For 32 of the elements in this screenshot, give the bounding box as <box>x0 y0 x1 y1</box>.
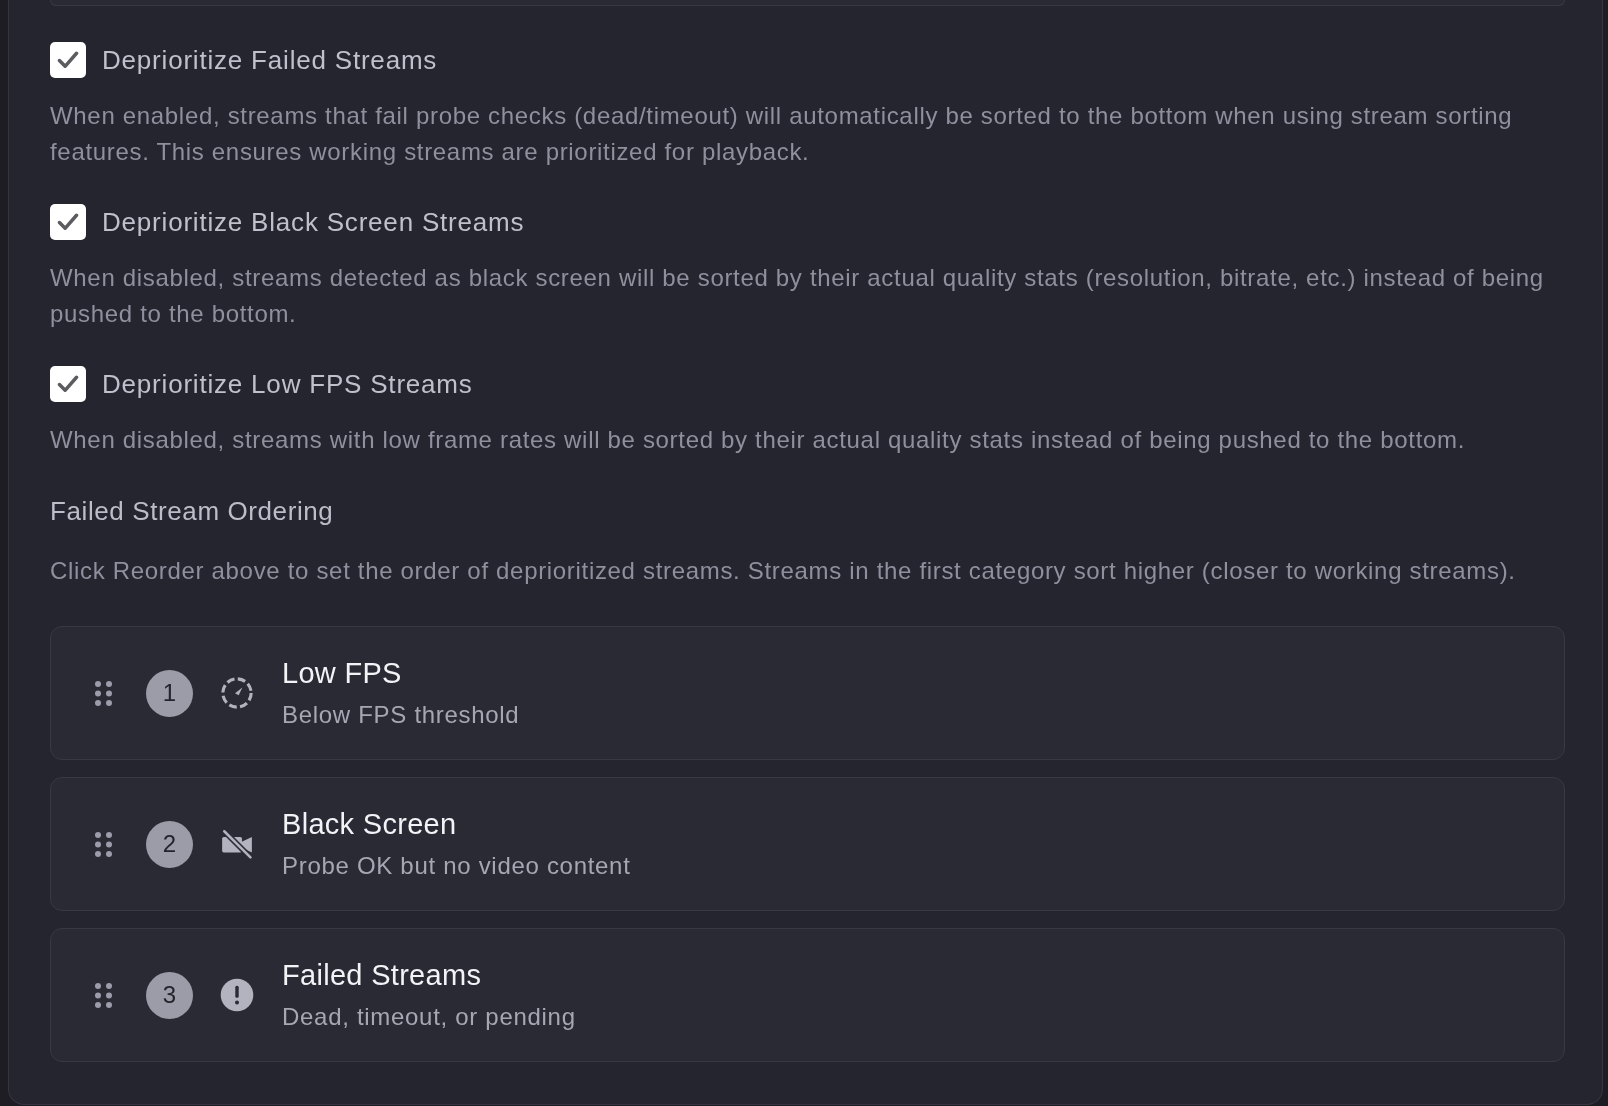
category-card[interactable]: 1 Low FPS Below FPS threshold <box>50 626 1565 760</box>
checkbox[interactable] <box>50 204 86 240</box>
drag-handle-icon[interactable] <box>95 680 112 706</box>
option-description: When disabled, streams with low frame rates will be sorted by their actual quality stats instead of being pushed to the bottom. <box>50 425 1467 455</box>
checkbox-label[interactable]: Deprioritize Black Screen Streams <box>102 204 525 240</box>
category-card[interactable]: 2 Black Screen Probe OK but no video content <box>50 777 1565 911</box>
video-off-icon <box>220 827 254 861</box>
section-heading: Failed Stream Ordering <box>50 495 335 528</box>
checkmark-icon <box>57 213 79 231</box>
category-title: Black Screen <box>282 807 458 842</box>
checkmark-icon <box>57 51 79 69</box>
category-subtitle: Probe OK but no video content <box>282 851 631 881</box>
checkbox-label[interactable]: Deprioritize Low FPS Streams <box>102 366 473 402</box>
option-description: When enabled, streams that fail probe checks (dead/timeout) will automatically be sorted to the bottom when using stream sorting features. This ensures working streams are prioritized for playback. <box>50 101 1514 167</box>
checkmark-icon <box>57 375 79 393</box>
drag-handle-icon[interactable] <box>95 982 112 1008</box>
order-number-badge: 3 <box>146 971 193 1019</box>
category-subtitle: Dead, timeout, or pending <box>282 1002 576 1032</box>
checkbox-label[interactable]: Deprioritize Failed Streams <box>102 42 438 78</box>
checkbox[interactable] <box>50 42 86 78</box>
category-subtitle: Below FPS threshold <box>282 700 520 730</box>
order-number-badge: 1 <box>146 669 193 717</box>
section-description: Click Reorder above to set the order of deprioritized streams. Streams in the first category sort higher (closer to working streams). <box>50 556 1517 586</box>
category-title: Failed Streams <box>282 958 483 993</box>
drag-handle-icon[interactable] <box>95 831 112 857</box>
option-description: When disabled, streams detected as black screen will be sorted by their actual quality stats (resolution, bitrate, etc.) instead of being pushed to the bottom. <box>50 263 1545 329</box>
exclamation-circle-icon <box>220 978 254 1012</box>
order-number-badge: 2 <box>146 820 193 868</box>
category-title: Low FPS <box>282 656 403 691</box>
category-card[interactable]: 3 Failed Streams Dead, timeout, or pending <box>50 928 1565 1062</box>
dashed-gauge-icon <box>220 676 254 710</box>
checkbox[interactable] <box>50 366 86 402</box>
